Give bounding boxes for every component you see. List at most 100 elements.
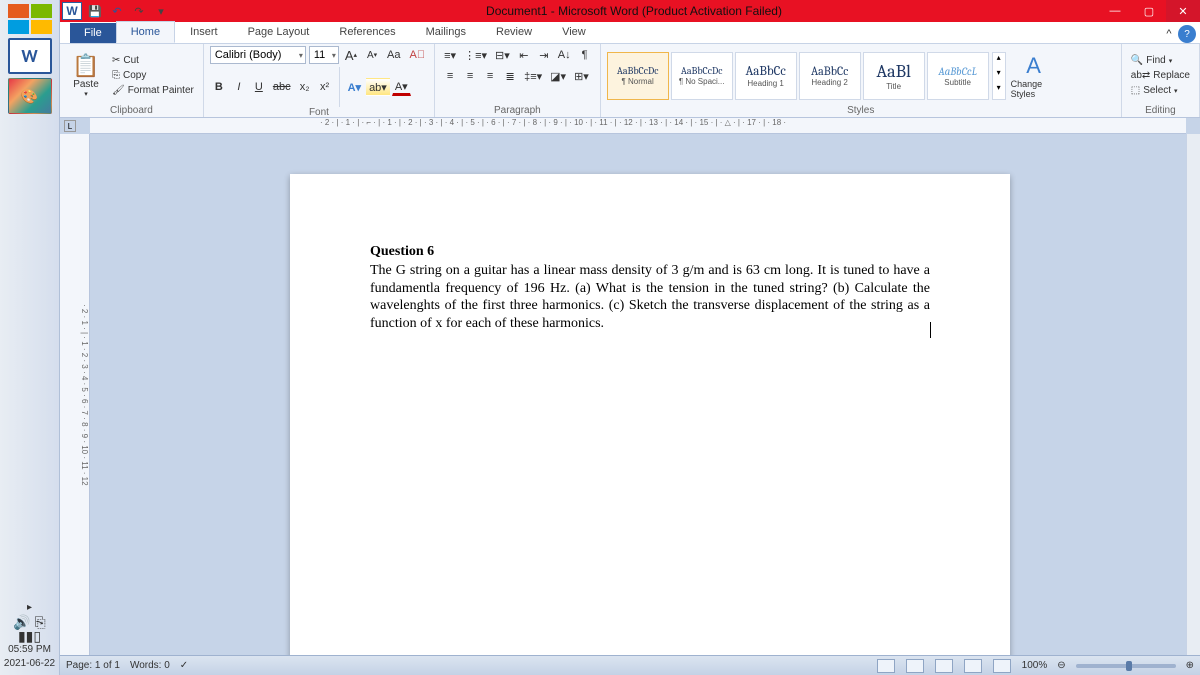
justify-button[interactable]: ≣ xyxy=(501,67,519,85)
align-left-button[interactable]: ≡ xyxy=(441,67,459,85)
tab-page-layout[interactable]: Page Layout xyxy=(233,21,325,43)
styles-scroll[interactable]: ▴▾▾ xyxy=(992,52,1006,100)
decrease-indent-button[interactable]: ⇤ xyxy=(515,46,533,64)
find-button[interactable]: 🔍Find▾ xyxy=(1128,54,1193,67)
zoom-level[interactable]: 100% xyxy=(1022,660,1048,671)
view-web-layout-button[interactable] xyxy=(935,659,953,673)
bullets-button[interactable]: ≡▾ xyxy=(441,46,459,64)
find-icon: 🔍 xyxy=(1131,55,1143,66)
paste-button[interactable]: 📋 Paste ▾ xyxy=(66,51,106,100)
group-editing: 🔍Find▾ ab⇄Replace ⬚Select▾ Editing xyxy=(1122,44,1200,117)
tab-mailings[interactable]: Mailings xyxy=(411,21,481,43)
qat-customize-icon[interactable]: ▾ xyxy=(152,2,170,20)
minimize-button[interactable]: — xyxy=(1098,0,1132,22)
format-painter-button[interactable]: 🖌Format Painter xyxy=(109,84,197,97)
styles-gallery[interactable]: AaBbCcDc¶ Normal AaBbCcDc¶ No Spaci... A… xyxy=(607,52,989,100)
shading-button[interactable]: ◪▾ xyxy=(547,67,569,85)
network-icon[interactable]: ▮▮▯ xyxy=(18,629,41,643)
cut-button[interactable]: ✂Cut xyxy=(109,54,197,67)
tray-expand-icon[interactable]: ▸ xyxy=(27,601,32,615)
status-proofing-icon[interactable]: ✓ xyxy=(180,660,188,671)
taskbar-paint-icon[interactable]: 🎨 xyxy=(8,78,52,114)
style-nospacing[interactable]: AaBbCcDc¶ No Spaci... xyxy=(671,52,733,100)
underline-button[interactable]: U xyxy=(250,78,268,96)
style-normal[interactable]: AaBbCcDc¶ Normal xyxy=(607,52,669,100)
style-heading2[interactable]: AaBbCcHeading 2 xyxy=(799,52,861,100)
system-tray[interactable]: ▸ 🔊 ⎘ ▮▮▯ 05:59 PM 2021-06-22 xyxy=(0,601,59,675)
highlight-button[interactable]: ab▾ xyxy=(366,78,390,96)
sort-button[interactable]: A↓ xyxy=(555,46,574,64)
clear-formatting-button[interactable]: A⃠ xyxy=(407,46,429,64)
font-size-combo[interactable]: 11 xyxy=(309,46,339,64)
line-spacing-button[interactable]: ‡≡▾ xyxy=(521,67,545,85)
grow-font-button[interactable]: A▴ xyxy=(342,46,360,64)
status-bar: Page: 1 of 1 Words: 0 ✓ 100% ⊖ ⊕ xyxy=(60,655,1200,675)
status-words[interactable]: Words: 0 xyxy=(130,660,170,671)
zoom-in-button[interactable]: ⊕ xyxy=(1186,660,1194,671)
tab-selector[interactable]: L xyxy=(64,120,76,132)
tab-references[interactable]: References xyxy=(324,21,410,43)
vertical-ruler[interactable]: · 2 · 1 · | · 1 · 2 · 3 · 4 · 5 · 6 · 7 … xyxy=(60,134,90,655)
numbering-button[interactable]: ⋮≡▾ xyxy=(461,46,490,64)
vertical-scrollbar[interactable] xyxy=(1186,134,1200,655)
status-page[interactable]: Page: 1 of 1 xyxy=(66,660,120,671)
word-app-icon[interactable]: W xyxy=(62,2,82,20)
document-scrollpane[interactable]: Question 6 The G string on a guitar has … xyxy=(90,134,1186,655)
tab-file[interactable]: File xyxy=(70,23,116,43)
view-print-layout-button[interactable] xyxy=(877,659,895,673)
tray-date[interactable]: 2021-06-22 xyxy=(4,657,55,671)
titlebar: W 💾 ↶ ↷ ▾ Document1 - Microsoft Word (Pr… xyxy=(60,0,1200,22)
select-button[interactable]: ⬚Select▾ xyxy=(1128,84,1193,97)
change-case-button[interactable]: Aa xyxy=(384,46,403,64)
taskbar-word-icon[interactable]: W xyxy=(8,38,52,74)
subscript-button[interactable]: x₂ xyxy=(296,78,314,96)
window-title: Document1 - Microsoft Word (Product Acti… xyxy=(170,4,1098,18)
paste-icon: 📋 xyxy=(72,53,99,79)
group-label-styles: Styles xyxy=(607,105,1115,117)
style-title[interactable]: AaBlTitle xyxy=(863,52,925,100)
strikethrough-button[interactable]: abc xyxy=(270,78,294,96)
show-marks-button[interactable]: ¶ xyxy=(576,46,594,64)
save-icon[interactable]: 💾 xyxy=(86,2,104,20)
view-full-screen-button[interactable] xyxy=(906,659,924,673)
redo-icon[interactable]: ↷ xyxy=(130,2,148,20)
tab-insert[interactable]: Insert xyxy=(175,21,233,43)
zoom-slider[interactable] xyxy=(1076,664,1176,668)
font-color-button[interactable]: A▾ xyxy=(392,78,411,96)
align-right-button[interactable]: ≡ xyxy=(481,67,499,85)
undo-icon[interactable]: ↶ xyxy=(108,2,126,20)
horizontal-ruler[interactable]: · 2 · | · 1 · | · ⌐ · | · 1 · | · 2 · | … xyxy=(90,118,1186,134)
italic-button[interactable]: I xyxy=(230,78,248,96)
align-center-button[interactable]: ≡ xyxy=(461,67,479,85)
document-page[interactable]: Question 6 The G string on a guitar has … xyxy=(290,174,1010,655)
bold-button[interactable]: B xyxy=(210,78,228,96)
copy-button[interactable]: ⎘Copy xyxy=(109,69,197,82)
group-label-editing: Editing xyxy=(1128,105,1193,117)
multilevel-list-button[interactable]: ⊟▾ xyxy=(492,46,513,64)
start-button[interactable] xyxy=(8,4,52,34)
replace-icon: ab⇄ xyxy=(1131,70,1151,81)
tab-view[interactable]: View xyxy=(547,21,601,43)
style-subtitle[interactable]: AaBbCcLSubtitle xyxy=(927,52,989,100)
zoom-out-button[interactable]: ⊖ xyxy=(1057,660,1065,671)
borders-button[interactable]: ⊞▾ xyxy=(571,67,592,85)
close-button[interactable]: ✕ xyxy=(1166,0,1200,22)
tab-review[interactable]: Review xyxy=(481,21,547,43)
text-effects-button[interactable]: A▾ xyxy=(345,78,364,96)
tray-time[interactable]: 05:59 PM xyxy=(8,643,51,657)
shrink-font-button[interactable]: A▾ xyxy=(363,46,381,64)
question-body: The G string on a guitar has a linear ma… xyxy=(370,262,930,332)
superscript-button[interactable]: x² xyxy=(316,78,334,96)
replace-button[interactable]: ab⇄Replace xyxy=(1128,69,1193,82)
view-outline-button[interactable] xyxy=(964,659,982,673)
maximize-button[interactable]: ▢ xyxy=(1132,0,1166,22)
increase-indent-button[interactable]: ⇥ xyxy=(535,46,553,64)
minimize-ribbon-icon[interactable]: ^ xyxy=(1160,25,1178,43)
view-draft-button[interactable] xyxy=(993,659,1011,673)
change-styles-button[interactable]: A Change Styles xyxy=(1009,51,1059,101)
font-family-combo[interactable]: Calibri (Body) xyxy=(210,46,306,64)
style-heading1[interactable]: AaBbCcHeading 1 xyxy=(735,52,797,100)
help-icon[interactable]: ? xyxy=(1178,25,1196,43)
tab-home[interactable]: Home xyxy=(116,21,175,43)
volume-icon[interactable]: 🔊 ⎘ xyxy=(13,615,46,629)
